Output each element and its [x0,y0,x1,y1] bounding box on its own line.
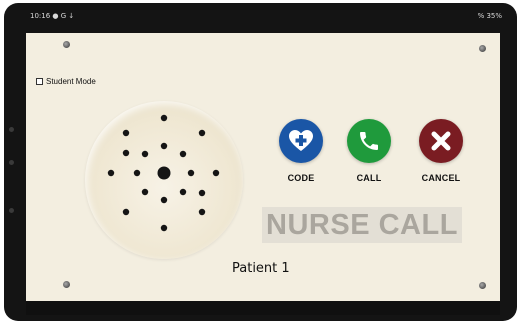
cancel-button[interactable]: CANCEL [414,119,468,183]
call-label: CALL [356,173,382,183]
speaker-holes [107,114,220,232]
code-circle[interactable] [279,119,323,163]
x-icon [431,131,451,151]
code-button[interactable]: CODE [274,119,328,183]
code-label: CODE [287,173,315,183]
call-circle[interactable] [347,119,391,163]
cancel-circle[interactable] [419,119,463,163]
app-screen: Student Mode CODE CALL CANCEL NURSE CALL… [26,33,500,301]
student-mode-checkbox[interactable] [36,78,43,85]
side-button [9,127,14,132]
status-time: 10:16 [30,12,51,20]
cancel-label: CANCEL [421,173,461,183]
student-mode-toggle[interactable]: Student Mode [36,77,96,86]
battery-status: % 35% [477,12,502,20]
phone-icon [360,132,378,150]
call-button[interactable]: CALL [342,119,396,183]
screw-icon [63,41,70,48]
screw-icon [479,45,486,52]
status-left: 10:16 ● G ↓ [30,12,74,20]
status-bar: 10:16 ● G ↓ % 35% [26,8,522,26]
bottom-bar [26,301,500,315]
screw-icon [63,281,70,288]
heart-plus-icon [289,130,313,151]
student-mode-label: Student Mode [46,77,96,86]
screw-icon [479,282,486,289]
side-button [9,208,14,213]
nurse-call-banner: NURSE CALL [262,207,462,243]
side-button [9,160,14,165]
speaker-grille [85,101,243,259]
patient-label: Patient 1 [232,261,290,276]
status-icons: ● G ↓ [52,12,75,20]
